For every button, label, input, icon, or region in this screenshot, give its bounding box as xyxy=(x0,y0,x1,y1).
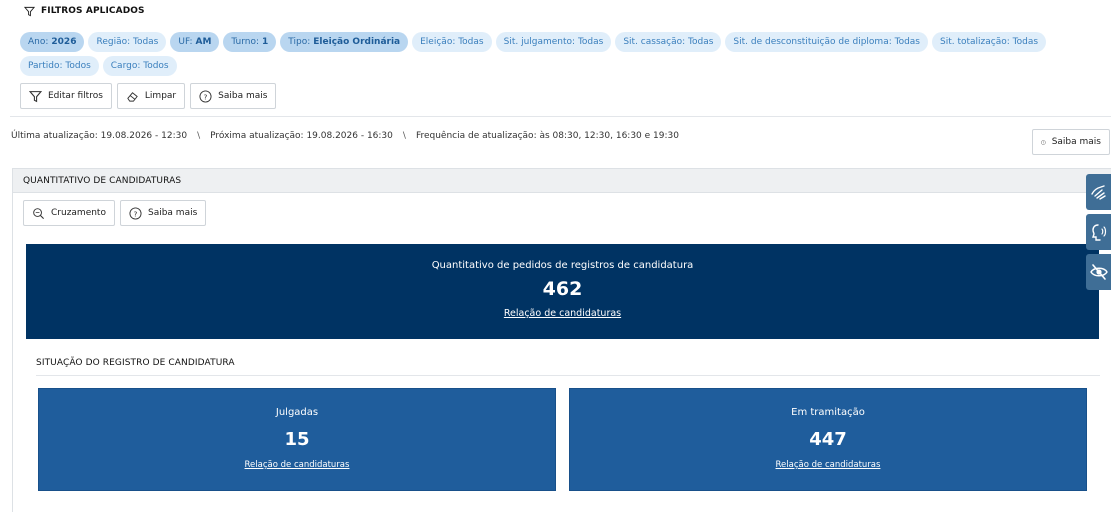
accessibility-tools xyxy=(1086,174,1111,290)
edit-filters-button[interactable]: Editar filtros xyxy=(20,83,112,109)
filters-help-button[interactable]: ? Saiba mais xyxy=(190,83,277,109)
judged-card: Julgadas 15 Relação de candidaturas xyxy=(38,388,556,491)
sign-language-icon xyxy=(1090,185,1106,200)
in-progress-label: Em tramitação xyxy=(791,407,865,418)
question-circle-icon: ? xyxy=(129,206,142,220)
update-frequency: Frequência de atualização: às 08:30, 12:… xyxy=(415,131,679,141)
eraser-icon xyxy=(127,91,138,102)
total-value: 462 xyxy=(542,278,583,300)
svg-text:?: ? xyxy=(1043,140,1045,144)
filter-icon xyxy=(24,6,35,16)
judged-list-link[interactable]: Relação de candidaturas xyxy=(39,460,555,470)
chip-sit-julgamento[interactable]: Sit. julgamento: Todas xyxy=(495,32,612,52)
chip-ano[interactable]: Ano: 2026 xyxy=(20,32,85,52)
separator: \ xyxy=(197,131,201,141)
voice-button[interactable] xyxy=(1086,214,1111,250)
total-card: Quantitativo de pedidos de registros de … xyxy=(26,244,1099,339)
svg-text:?: ? xyxy=(134,209,138,218)
next-update: Próxima atualização: 19.08.2026 - 16:30 xyxy=(210,131,393,141)
question-circle-icon: ? xyxy=(1041,139,1046,145)
in-progress-card: Em tramitação 447 Relação de candidatura… xyxy=(569,388,1087,491)
in-progress-value: 447 xyxy=(809,429,847,450)
question-circle-icon: ? xyxy=(199,89,212,103)
clear-filters-button[interactable]: Limpar xyxy=(116,83,186,109)
chip-sit-cassacao[interactable]: Sit. cassação: Todas xyxy=(615,32,722,52)
section-title: QUANTITATIVO DE CANDIDATURAS xyxy=(13,169,1111,193)
visibility-button[interactable] xyxy=(1086,254,1111,290)
candidaturas-section: QUANTITATIVO DE CANDIDATURAS Cruzamento … xyxy=(12,168,1111,512)
eye-slash-icon xyxy=(1089,264,1108,280)
cross-button[interactable]: Cruzamento xyxy=(23,200,115,226)
update-info: Última atualização: 19.08.2026 - 12:30 \… xyxy=(11,131,679,141)
judged-value: 15 xyxy=(284,429,310,450)
status-title: SITUAÇÃO DO REGISTRO DE CANDIDATURA xyxy=(36,358,1100,376)
section-help-button[interactable]: ? Saiba mais xyxy=(119,200,207,226)
judged-label: Julgadas xyxy=(275,407,319,418)
filters-header: FILTROS APLICADOS xyxy=(24,4,145,18)
total-label: Quantitativo de pedidos de registros de … xyxy=(431,260,694,271)
filters-title: FILTROS APLICADOS xyxy=(41,6,145,16)
update-help-button[interactable]: ? Saiba mais xyxy=(1032,129,1110,155)
chip-eleicao[interactable]: Eleição: Todas xyxy=(412,32,492,52)
chip-uf[interactable]: UF: AM xyxy=(170,32,220,52)
chip-cargo[interactable]: Cargo: Todos xyxy=(102,56,177,76)
chip-regiao[interactable]: Região: Todas xyxy=(88,32,167,52)
sign-language-button[interactable] xyxy=(1086,174,1111,210)
divider xyxy=(10,116,1111,117)
chip-partido[interactable]: Partido: Todos xyxy=(20,56,99,76)
last-update: Última atualização: 19.08.2026 - 12:30 xyxy=(11,131,188,141)
speaking-head-icon xyxy=(1091,224,1106,241)
chip-turno[interactable]: Turno: 1 xyxy=(223,32,277,52)
chip-sit-totalizacao[interactable]: Sit. totalização: Todas xyxy=(932,32,1047,52)
section-actions: Cruzamento ? Saiba mais xyxy=(23,200,207,226)
zoom-search-icon xyxy=(33,207,45,219)
in-progress-list-link[interactable]: Relação de candidaturas xyxy=(570,460,1086,470)
chip-tipo[interactable]: Tipo: Eleição Ordinária xyxy=(280,32,409,52)
filter-chips: Ano: 2026 Região: Todas UF: AM Turno: 1 Tip… xyxy=(20,32,1090,76)
separator: \ xyxy=(402,131,406,141)
svg-text:?: ? xyxy=(204,92,208,101)
chip-sit-desconstituicao[interactable]: Sit. de desconstituição de diploma: Toda… xyxy=(725,32,928,52)
filter-actions: Editar filtros Limpar ? Saiba mais xyxy=(20,83,277,109)
total-list-link[interactable]: Relação de candidaturas xyxy=(26,308,1099,319)
filter-icon xyxy=(29,90,42,102)
